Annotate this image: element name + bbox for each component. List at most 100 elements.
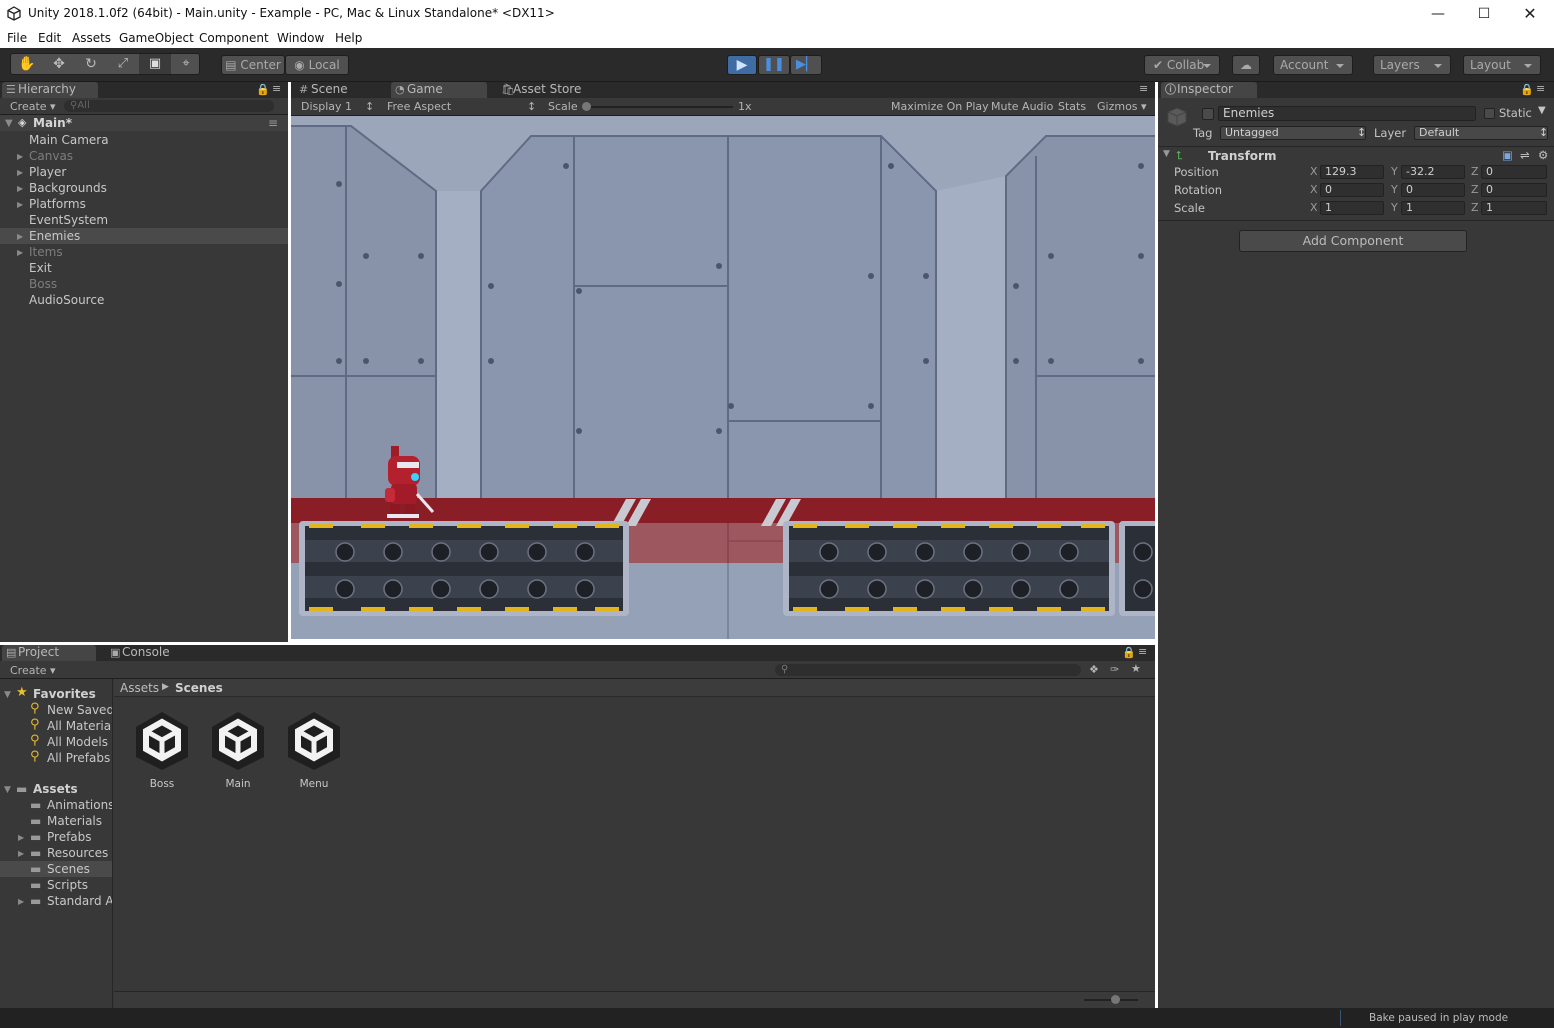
favorite-item[interactable]: ⚲ All Materials (0, 717, 112, 734)
project-search-input[interactable]: ⚲ (775, 664, 1081, 676)
scene-menu-icon[interactable]: ≡ (268, 115, 278, 131)
expand-arrow-icon[interactable]: ▶ (17, 181, 23, 197)
preset-icon[interactable]: ⇌ (1520, 148, 1530, 162)
maximize-on-play-toggle[interactable]: Maximize On Play (891, 100, 989, 113)
settings-gear-icon[interactable]: ⚙ (1538, 148, 1548, 162)
hierarchy-item[interactable]: ▶ Canvas (0, 148, 288, 164)
display-dropdown[interactable]: Display 1 ↕ (301, 100, 374, 113)
folder-item[interactable]: ▬ Materials (0, 813, 112, 829)
folder-item[interactable]: ▬ Animations (0, 797, 112, 813)
scene-header[interactable]: ▼ ◈ Main* ≡ (0, 115, 288, 131)
expand-arrow-icon[interactable]: ▶ (17, 229, 23, 245)
cloud-button[interactable]: ☁ (1232, 55, 1260, 75)
scale-y-input[interactable]: 1 (1401, 201, 1465, 215)
transform-header[interactable]: ▼ ⮤ Transform ▣ ⇌ ⚙ (1158, 148, 1554, 164)
collab-dropdown[interactable]: ✔ Collab (1144, 55, 1220, 75)
filter-label-icon[interactable]: ✑ (1110, 663, 1119, 676)
static-checkbox[interactable] (1484, 108, 1495, 119)
gameobject-name-input[interactable]: Enemies (1218, 106, 1476, 121)
menu-assets[interactable]: Assets (72, 31, 111, 45)
active-checkbox[interactable] (1202, 108, 1214, 120)
center-panel-menu-icon[interactable]: ≡ (1139, 82, 1148, 95)
menu-window[interactable]: Window (277, 31, 324, 45)
panel-menu-icon[interactable]: ≡ (1138, 645, 1147, 658)
scene-asset[interactable]: Boss (130, 708, 194, 790)
lock-icon[interactable]: 🔒 (1520, 83, 1534, 96)
scene-asset[interactable]: Menu (282, 708, 346, 790)
game-view[interactable] (291, 116, 1155, 639)
expand-arrow-icon[interactable]: ▶ (18, 846, 24, 862)
panel-menu-icon[interactable]: ≡ (1536, 82, 1545, 95)
hierarchy-item[interactable]: Main Camera (0, 132, 288, 148)
transform-tool-icon[interactable]: ⌖ (171, 54, 201, 74)
lock-icon[interactable]: 🔒 (256, 83, 270, 96)
lock-icon[interactable]: 🔒 (1122, 646, 1136, 659)
scene-asset[interactable]: Main (206, 708, 270, 790)
folder-item[interactable]: ▶ ▬ Resources (0, 845, 112, 862)
hierarchy-item[interactable]: ▶ Platforms (0, 196, 288, 212)
tab-asset-store[interactable]: 🛍 Asset Store (497, 82, 607, 98)
maximize-button[interactable]: ☐ (1461, 0, 1507, 28)
expand-arrow-icon[interactable]: ▶ (17, 245, 23, 261)
scale-tool-icon[interactable]: ⤢ (107, 54, 139, 74)
layout-dropdown[interactable]: Layout (1463, 55, 1541, 75)
expand-arrow-icon[interactable]: ▶ (17, 165, 23, 181)
favorites-header[interactable]: ▼ ★ Favorites (0, 685, 112, 703)
stats-toggle[interactable]: Stats (1058, 100, 1086, 113)
assets-header[interactable]: ▼ ▬ Assets (0, 781, 112, 797)
rect-tool-icon[interactable]: ▣ (139, 54, 171, 74)
tab-game[interactable]: ◔ Game (391, 82, 487, 98)
expand-arrow-icon[interactable]: ▶ (18, 830, 24, 846)
expand-arrow-icon[interactable]: ▼ (5, 116, 13, 132)
hand-tool-icon[interactable]: ✋ (11, 54, 43, 74)
folder-item[interactable]: ▶ ▬ Standard Assets (0, 893, 112, 910)
folder-item[interactable]: ▬ Scenes (0, 861, 112, 877)
move-tool-icon[interactable]: ✥ (43, 54, 75, 74)
rotation-z-input[interactable]: 0 (1481, 183, 1547, 197)
account-dropdown[interactable]: Account (1273, 55, 1353, 75)
favorite-item[interactable]: ⚲ All Prefabs (0, 749, 112, 766)
tab-scene[interactable]: # Scene (295, 82, 385, 98)
expand-arrow-icon[interactable]: ▶ (17, 197, 23, 213)
add-component-button[interactable]: Add Component (1239, 230, 1467, 252)
layers-dropdown[interactable]: Layers (1373, 55, 1451, 75)
hierarchy-item[interactable]: AudioSource (0, 292, 288, 308)
scale-slider-thumb[interactable] (582, 102, 591, 111)
favorite-item[interactable]: ⚲ All Models (0, 733, 112, 750)
tab-project[interactable]: ▤ Project (2, 645, 96, 661)
tab-inspector[interactable]: ⓘ Inspector (1161, 82, 1257, 98)
rotation-x-input[interactable]: 0 (1320, 183, 1384, 197)
pivot-local-button[interactable]: ◉ Local (285, 55, 349, 75)
favorite-item[interactable]: ⚲ New Saved (0, 701, 112, 718)
hierarchy-item[interactable]: ▶ Player (0, 164, 288, 180)
menu-edit[interactable]: Edit (38, 31, 61, 45)
rotation-y-input[interactable]: 0 (1401, 183, 1465, 197)
hierarchy-item[interactable]: ▶ Backgrounds (0, 180, 288, 196)
static-dropdown-arrow-icon[interactable]: ▼ (1538, 105, 1546, 116)
filter-type-icon[interactable]: ❖ (1089, 663, 1099, 676)
scale-z-input[interactable]: 1 (1481, 201, 1547, 215)
position-x-input[interactable]: 129.3 (1320, 165, 1384, 179)
breadcrumb-assets[interactable]: Assets (120, 681, 159, 695)
menu-gameobject[interactable]: GameObject (119, 31, 194, 45)
play-button[interactable]: ▶ (727, 55, 757, 75)
position-y-input[interactable]: -32.2 (1401, 165, 1465, 179)
hierarchy-item[interactable]: Exit (0, 260, 288, 276)
tab-console[interactable]: ▣ Console (106, 645, 196, 661)
scale-slider-track[interactable] (583, 106, 733, 108)
folder-item[interactable]: ▬ Scripts (0, 877, 112, 893)
menu-file[interactable]: File (7, 31, 27, 45)
pause-button[interactable]: ❚❚ (758, 55, 790, 75)
expand-arrow-icon[interactable]: ▶ (18, 894, 24, 910)
help-book-icon[interactable]: ▣ (1502, 148, 1513, 162)
zoom-slider-thumb[interactable] (1111, 995, 1120, 1004)
hierarchy-item[interactable]: EventSystem (0, 212, 288, 228)
expand-arrow-icon[interactable]: ▼ (4, 687, 11, 703)
mute-audio-toggle[interactable]: Mute Audio (991, 100, 1053, 113)
hierarchy-item[interactable]: ▶ Items (0, 244, 288, 260)
folder-item[interactable]: ▶ ▬ Prefabs (0, 829, 112, 846)
gizmos-dropdown[interactable]: Gizmos ▾ (1097, 100, 1147, 113)
minimize-button[interactable]: — (1415, 0, 1461, 28)
collapse-arrow-icon[interactable]: ▼ (1163, 149, 1170, 159)
menu-help[interactable]: Help (335, 31, 362, 45)
